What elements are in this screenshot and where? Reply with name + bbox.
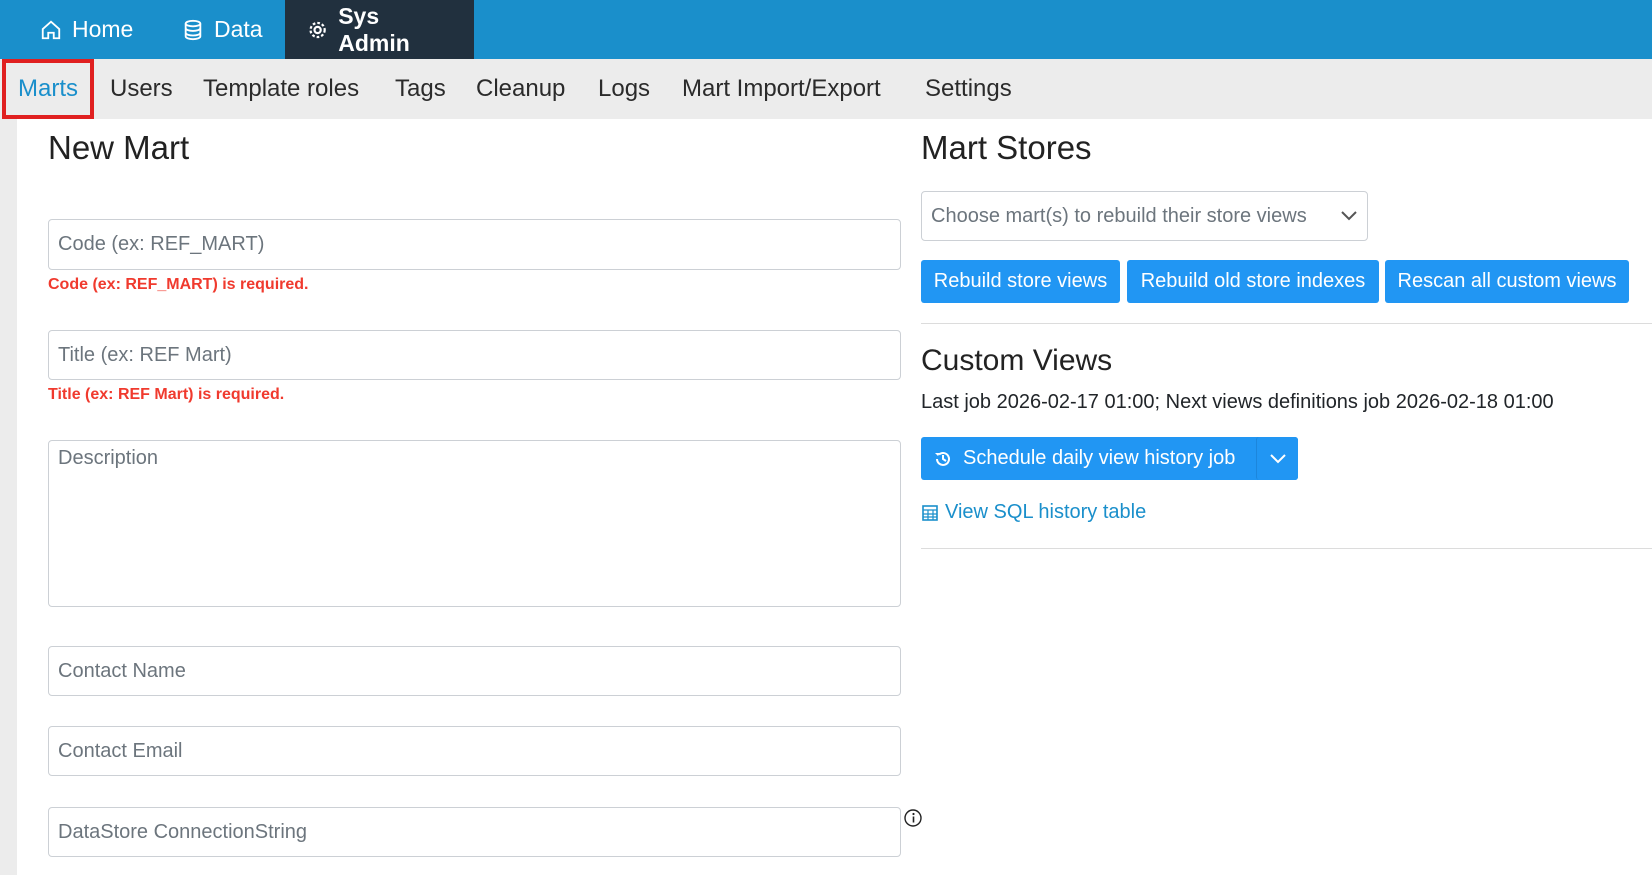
custom-views-heading: Custom Views: [921, 344, 1113, 377]
rebuild-store-views-button[interactable]: Rebuild store views: [921, 260, 1120, 303]
mart-select-placeholder: Choose mart(s) to rebuild their store vi…: [931, 204, 1307, 227]
home-icon: [41, 20, 61, 39]
view-sql-history-link[interactable]: View SQL history table: [921, 501, 1146, 524]
contact-name-input[interactable]: Contact Name: [48, 646, 901, 696]
tab-users[interactable]: Users: [110, 59, 173, 119]
mart-stores-heading: Mart Stores: [921, 129, 1092, 166]
history-icon: [935, 451, 950, 466]
schedule-job-button[interactable]: Schedule daily view history job: [921, 437, 1298, 480]
custom-views-status: Last job 2026-02-17 01:00; Next views de…: [921, 391, 1554, 413]
mart-select[interactable]: Choose mart(s) to rebuild their store vi…: [921, 191, 1368, 241]
title-input[interactable]: Title (ex: REF Mart): [48, 330, 901, 380]
view-sql-history-label: View SQL history table: [945, 501, 1147, 523]
tab-cleanup[interactable]: Cleanup: [476, 59, 565, 119]
code-input[interactable]: Code (ex: REF_MART): [48, 219, 901, 270]
info-icon[interactable]: [904, 809, 922, 827]
chevron-down-icon: [1269, 453, 1286, 463]
description-textarea[interactable]: Description: [48, 440, 901, 607]
new-mart-heading: New Mart: [48, 129, 190, 166]
chevron-down-icon: [1341, 211, 1357, 221]
tab-marts[interactable]: Marts: [2, 59, 94, 119]
table-icon: [922, 504, 938, 521]
rebuild-old-store-indexes-button[interactable]: Rebuild old store indexes: [1127, 260, 1379, 303]
tab-tags[interactable]: Tags: [395, 59, 446, 119]
rescan-custom-views-button[interactable]: Rescan all custom views: [1385, 260, 1629, 303]
schedule-job-dropdown-toggle[interactable]: [1256, 437, 1298, 480]
tab-settings[interactable]: Settings: [925, 59, 1012, 119]
nav-sys-admin[interactable]: Sys Admin: [285, 0, 474, 59]
nav-home[interactable]: Home: [18, 0, 155, 59]
title-error: Title (ex: REF Mart) is required.: [48, 386, 285, 403]
connection-string-input[interactable]: DataStore ConnectionString: [48, 807, 901, 857]
left-gutter: [0, 119, 17, 875]
tab-mart-import-export[interactable]: Mart Import/Export: [682, 59, 881, 119]
nav-home-label: Home: [72, 16, 134, 42]
database-icon: [184, 19, 202, 40]
nav-data[interactable]: Data: [160, 0, 285, 59]
tab-logs[interactable]: Logs: [598, 59, 650, 119]
nav-sys-admin-label: Sys Admin: [338, 2, 410, 56]
tab-template-roles[interactable]: Template roles: [203, 59, 359, 119]
divider: [921, 548, 1652, 549]
schedule-job-label: Schedule daily view history job: [963, 447, 1236, 469]
divider: [921, 323, 1652, 324]
nav-data-label: Data: [214, 16, 263, 42]
gear-icon: [309, 21, 326, 38]
code-error: Code (ex: REF_MART) is required.: [48, 276, 309, 293]
contact-email-input[interactable]: Contact Email: [48, 726, 901, 776]
